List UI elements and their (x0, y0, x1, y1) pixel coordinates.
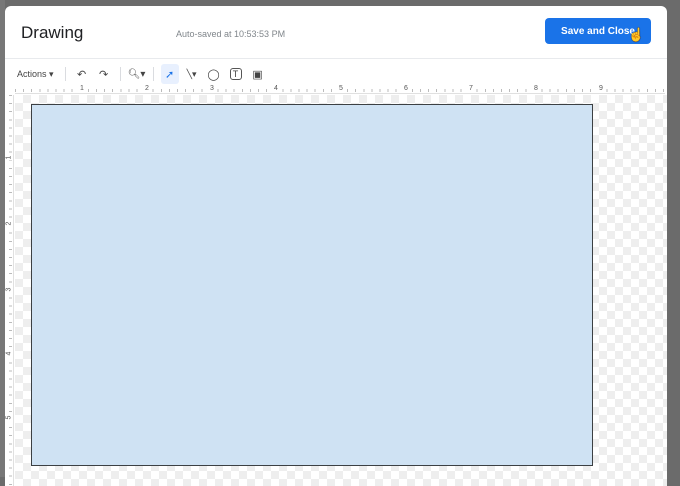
text-box-icon[interactable]: T (229, 68, 242, 80)
ruler-label: 9 (598, 85, 604, 92)
ruler-label: 2 (5, 220, 13, 227)
divider (119, 67, 121, 81)
zoom-icon[interactable]: 🔍︎▾ (128, 64, 146, 84)
ruler-label: 1 (79, 85, 85, 92)
divider (152, 67, 154, 81)
ruler-label: 5 (338, 85, 344, 92)
ruler-label: 3 (5, 286, 13, 293)
drawing-dialog: Drawing Auto-saved at 10:53:53 PM Save a… (5, 6, 667, 486)
ruler-label: 4 (5, 350, 13, 357)
redo-icon[interactable]: ↷ (95, 64, 113, 84)
toolbar: Actions ▾ ↶ ↷ 🔍︎▾ ➚ ╲▾ ◯ T ▣ (13, 63, 267, 85)
ruler-label: 8 (533, 85, 539, 92)
ruler-label: 2 (144, 85, 150, 92)
ruler-label: 7 (468, 85, 474, 92)
divider (64, 67, 66, 81)
autosave-status: Auto-saved at 10:53:53 PM (176, 29, 286, 39)
ruler-label: 1 (5, 154, 13, 161)
ruler-label: 4 (273, 85, 279, 92)
image-icon[interactable]: ▣ (249, 64, 267, 84)
ruler-label: 6 (403, 85, 409, 92)
dialog-title: Drawing (21, 23, 84, 42)
header-divider (5, 58, 667, 59)
shape-icon[interactable]: ◯ (205, 64, 223, 84)
horizontal-ruler: 1 2 3 4 5 6 7 8 9 (15, 85, 665, 94)
ruler-label: 5 (5, 414, 13, 421)
rectangle-shape[interactable] (31, 104, 593, 466)
undo-icon[interactable]: ↶ (73, 64, 91, 84)
actions-menu[interactable]: Actions ▾ (13, 64, 58, 84)
ruler-label: 3 (209, 85, 215, 92)
vertical-ruler: 1 2 3 4 5 (5, 95, 14, 486)
hand-cursor-icon: ☝ (628, 27, 645, 42)
select-icon[interactable]: ➚ (160, 64, 179, 84)
line-icon[interactable]: ╲▾ (183, 64, 201, 84)
